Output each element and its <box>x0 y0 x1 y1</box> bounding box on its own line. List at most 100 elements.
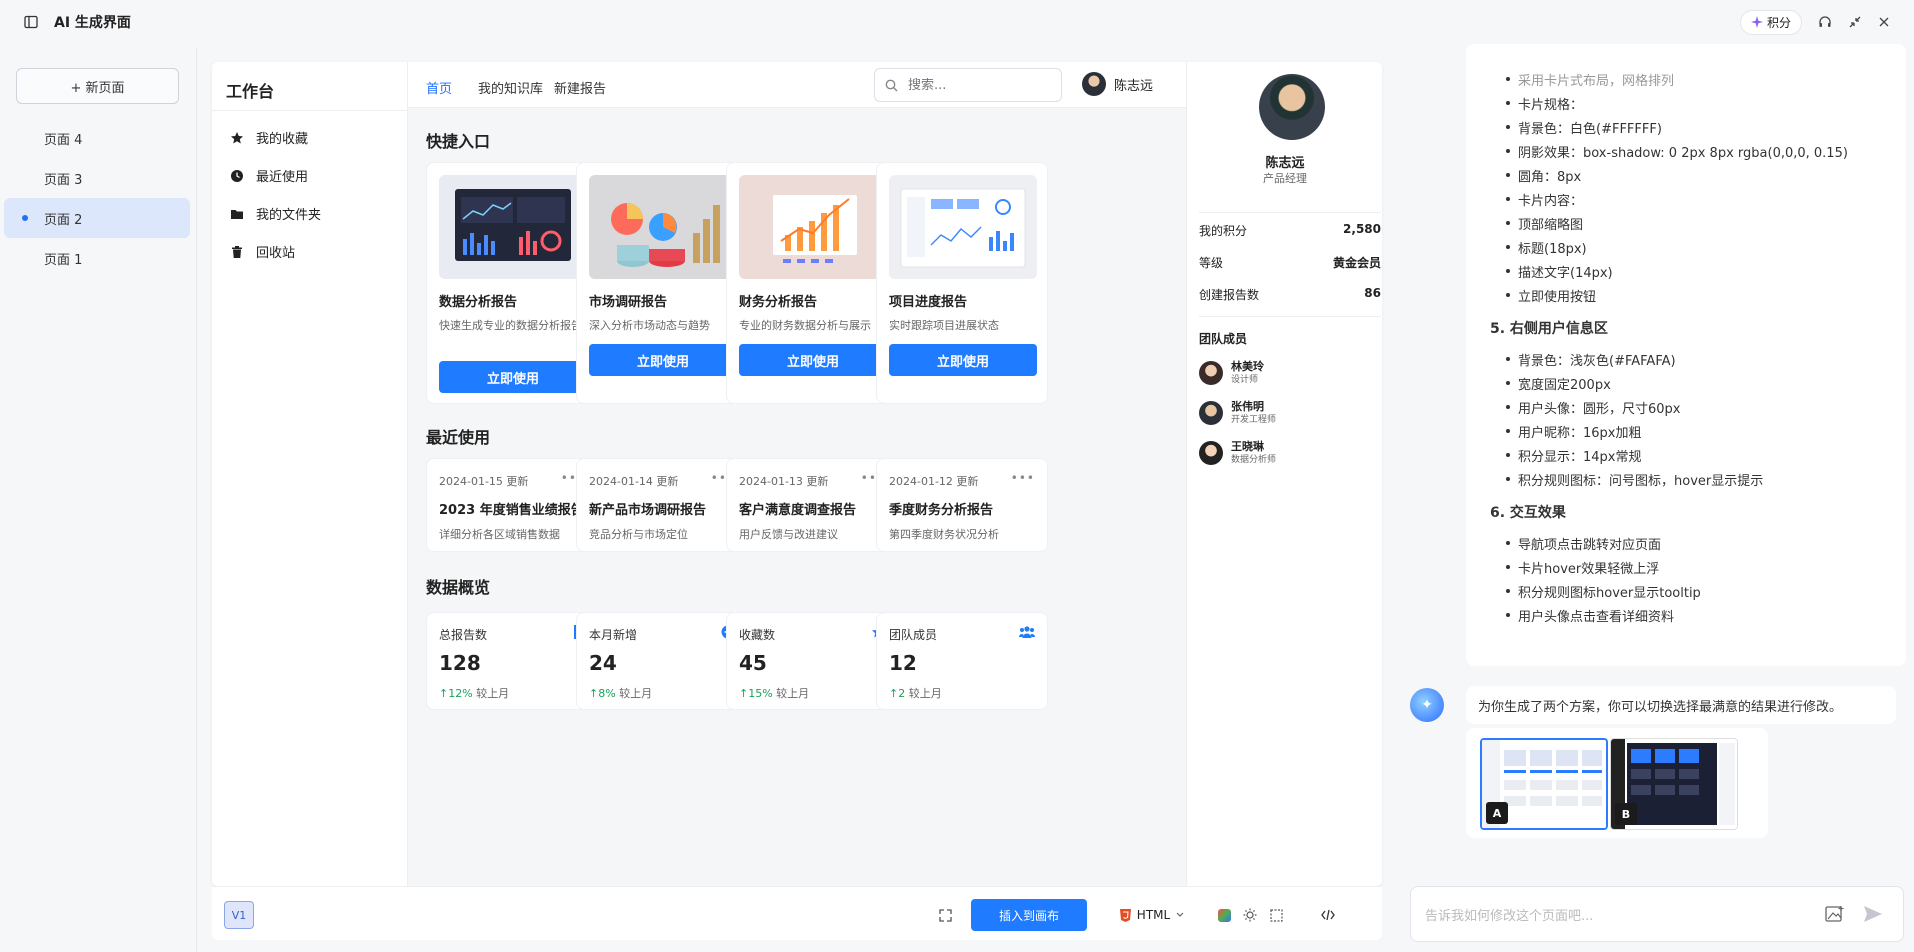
profile-name: 陈志远 <box>1265 156 1305 171</box>
member-role: 设计师 <box>1231 375 1259 385</box>
insert-to-canvas-button[interactable]: 插入到画布 <box>971 899 1087 931</box>
card-desc: 实时跟踪项目进展状态 <box>889 319 999 332</box>
page-item-4[interactable]: 页面 4 <box>4 118 190 158</box>
page-item-label: 页面 1 <box>44 252 83 268</box>
recent-desc: 第四季度财务状况分析 <box>889 528 999 541</box>
page-item-3[interactable]: 页面 3 <box>4 158 190 198</box>
page-sidebar: + 新页面 页面 4 页面 3 页面 2 页面 1 <box>0 48 197 952</box>
preview-left-nav: 工作台 我的收藏 最近使用 我的文件夹 回收站 <box>212 62 408 886</box>
use-now-button[interactable]: 立即使用 <box>889 344 1037 376</box>
minimize-icon[interactable] <box>1848 15 1862 29</box>
avatar <box>1199 401 1223 425</box>
recent-desc: 详细分析各区域销售数据 <box>439 528 560 541</box>
recent-card[interactable]: 2024-01-15 更新 ••• 2023 年度销售业绩报告 详细分析各区域销… <box>426 458 598 552</box>
quick-card[interactable]: 财务分析报告 专业的财务数据分析与展示 立即使用 <box>726 162 898 404</box>
tab-new-report[interactable]: 新建报告 <box>554 78 606 97</box>
stat-label: 团队成员 <box>889 628 938 642</box>
spec-line: 积分规则图标：问号图标，hover显示提示 <box>1505 470 1763 489</box>
team-member[interactable]: 张伟明 开发工程师 <box>1199 400 1276 426</box>
search-input[interactable] <box>908 77 1028 93</box>
image-upload-icon[interactable] <box>1825 905 1845 923</box>
card-desc: 快速生成专业的数据分析报告 <box>439 319 582 332</box>
quick-card[interactable]: 数据分析报告 快速生成专业的数据分析报告 立即使用 <box>426 162 598 404</box>
spec-line: 卡片hover效果轻微上浮 <box>1505 558 1659 577</box>
sparkle-icon <box>1750 16 1763 28</box>
star-icon <box>230 131 244 145</box>
recent-card[interactable]: 2024-01-14 更新 ••• 新产品市场调研报告 竞品分析与市场定位 <box>576 458 748 552</box>
spec-line: 积分规则图标hover显示tooltip <box>1506 582 1701 601</box>
variant-option-a[interactable]: A <box>1480 738 1608 830</box>
use-now-button[interactable]: 立即使用 <box>439 361 587 393</box>
recent-card[interactable]: 2024-01-12 更新 ••• 季度财务分析报告 第四季度财务状况分析 <box>876 458 1048 552</box>
avatar[interactable] <box>1259 74 1325 140</box>
ai-message: 为你生成了两个方案，你可以切换选择最满意的结果进行修改。 <box>1466 686 1896 724</box>
variant-options: A B <box>1466 728 1768 838</box>
nav-recent[interactable]: 最近使用 <box>230 166 308 185</box>
preview-header: 首页 我的知识库 新建报告 陈志远 <box>408 62 1186 108</box>
spec-line: 用户头像：圆形，尺寸60px <box>1506 398 1681 417</box>
more-icon[interactable]: ••• <box>1011 471 1035 485</box>
card-thumbnail <box>589 175 737 279</box>
spec-line: 用户昵称：16px加粗 <box>1506 422 1642 441</box>
nav-trash[interactable]: 回收站 <box>230 242 295 261</box>
code-button[interactable] <box>1316 899 1340 931</box>
clock-icon <box>230 169 244 183</box>
card-desc: 深入分析市场动态与趋势 <box>589 319 710 332</box>
card-title: 数据分析报告 <box>439 295 518 310</box>
color-button[interactable] <box>1212 899 1236 931</box>
card-title: 市场调研报告 <box>589 295 668 310</box>
nav-favorites[interactable]: 我的收藏 <box>230 128 308 147</box>
spec-line: 顶部缩略图 <box>1505 214 1583 233</box>
variant-option-b[interactable]: B <box>1610 738 1738 830</box>
quick-card[interactable]: 市场调研报告 深入分析市场动态与趋势 立即使用 <box>576 162 748 404</box>
page-item-2[interactable]: 页面 2 <box>4 198 190 238</box>
new-page-button[interactable]: + 新页面 <box>16 68 179 104</box>
spec-line: 采用卡片式布局，网格排列 <box>1505 70 1674 89</box>
crop-button[interactable] <box>1264 899 1288 931</box>
sidebar-toggle-icon[interactable] <box>24 15 38 29</box>
stat-card: 团队成员 12 ↑2 较上月 <box>876 612 1048 710</box>
quick-card[interactable]: 项目进度报告 实时跟踪项目进展状态 立即使用 <box>876 162 1048 404</box>
avatar <box>1199 361 1223 385</box>
stat-change-suffix: 较上月 <box>908 687 942 700</box>
page-item-1[interactable]: 页面 1 <box>4 238 190 278</box>
profile-panel: 陈志远 产品经理 我的积分 2,580 等级 黄金会员 创建报告数 86 团队成员 林… <box>1186 62 1382 886</box>
send-icon[interactable] <box>1863 905 1883 923</box>
avatar <box>1199 441 1223 465</box>
header-user[interactable]: 陈志远 <box>1082 72 1153 96</box>
recent-title: 客户满意度调查报告 <box>739 503 857 518</box>
tab-knowledge[interactable]: 我的知识库 <box>478 78 543 97</box>
use-now-button[interactable]: 立即使用 <box>589 344 737 376</box>
format-select[interactable]: HTML <box>1110 899 1194 931</box>
fullscreen-button[interactable] <box>932 899 958 931</box>
row-label: 我的积分 <box>1199 224 1248 238</box>
use-now-button[interactable]: 立即使用 <box>739 344 887 376</box>
stat-label: 本月新增 <box>589 628 638 642</box>
stat-change-suffix: 较上月 <box>776 687 810 700</box>
member-name: 林美玲 <box>1231 360 1264 373</box>
card-thumbnail <box>889 175 1037 279</box>
stat-change: ↑8% 较上月 <box>589 685 652 701</box>
spec-heading: 5. 右侧用户信息区 <box>1490 321 1608 337</box>
stat-label: 总报告数 <box>439 628 488 642</box>
nav-folders[interactable]: 我的文件夹 <box>230 204 321 223</box>
team-member[interactable]: 王晓琳 数据分析师 <box>1199 440 1276 466</box>
points-button[interactable]: 积分 <box>1739 9 1802 35</box>
tab-home[interactable]: 首页 <box>426 78 452 97</box>
headset-icon[interactable] <box>1818 15 1832 29</box>
recent-card[interactable]: 2024-01-13 更新 ••• 客户满意度调查报告 用户反馈与改进建议 <box>726 458 898 552</box>
version-badge[interactable]: V1 <box>224 901 254 929</box>
spec-line: 卡片内容： <box>1505 190 1583 209</box>
theme-button[interactable] <box>1238 899 1262 931</box>
team-member[interactable]: 林美玲 设计师 <box>1199 360 1264 386</box>
profile-row-level: 等级 黄金会员 <box>1199 254 1381 271</box>
avatar <box>1082 72 1106 96</box>
chat-panel: 采用卡片式布局，网格排列 卡片规格： 背景色：白色(#FFFFFF) 阴影效果：… <box>1410 44 1914 952</box>
points-label: 积分 <box>1766 15 1791 30</box>
stat-change-value: ↑12% <box>439 687 473 700</box>
chat-input[interactable] <box>1425 905 1805 927</box>
close-icon[interactable] <box>1878 16 1890 28</box>
recent-title: 季度财务分析报告 <box>889 503 994 518</box>
preview-toolbar: V1 插入到画布 HTML <box>212 886 1382 940</box>
divider <box>1199 316 1381 317</box>
